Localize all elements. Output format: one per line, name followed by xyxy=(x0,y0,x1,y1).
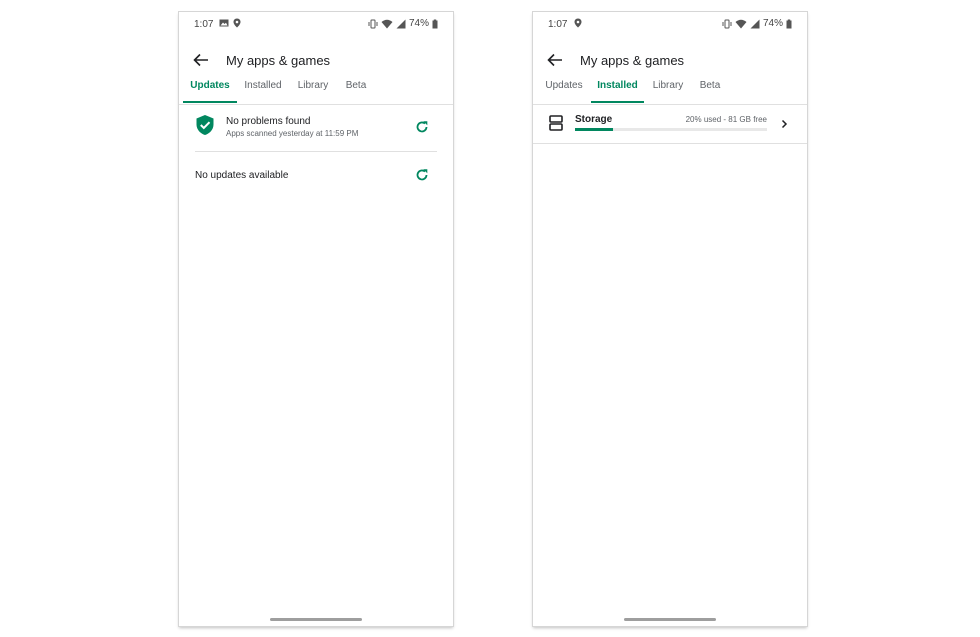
vibrate-icon xyxy=(368,19,378,28)
gesture-nav-bar[interactable] xyxy=(624,618,716,621)
no-updates-text: No updates available xyxy=(195,170,289,181)
back-arrow-icon[interactable] xyxy=(543,48,567,72)
wifi-icon xyxy=(381,19,393,28)
vibrate-icon xyxy=(722,19,732,28)
play-protect-row: No problems found Apps scanned yesterday… xyxy=(179,112,453,152)
wifi-icon xyxy=(735,19,747,28)
back-arrow-icon[interactable] xyxy=(189,48,213,72)
location-icon xyxy=(233,18,241,28)
protect-subtitle: Apps scanned yesterday at 11:59 PM xyxy=(226,129,359,138)
refresh-icon[interactable] xyxy=(414,119,430,135)
phone-screen-installed: 1:07 74% My apps & games Updates Install… xyxy=(533,12,807,626)
tab-updates[interactable]: Updates xyxy=(183,78,237,103)
refresh-updates-icon[interactable] xyxy=(414,167,430,183)
gesture-nav-bar[interactable] xyxy=(270,618,362,621)
phone-screen-updates: 1:07 74% My apps & games Updates Install… xyxy=(179,12,453,626)
tab-library[interactable]: Library xyxy=(293,78,333,103)
battery-icon xyxy=(432,19,438,28)
signal-icon xyxy=(396,19,406,28)
tab-bar: Updates Installed Library Beta xyxy=(179,78,453,105)
battery-percent: 74% xyxy=(408,18,429,29)
protect-title: No problems found xyxy=(226,116,311,127)
battery-icon xyxy=(786,19,792,28)
storage-detail: 20% used - 81 GB free xyxy=(685,115,767,124)
updates-status-row: No updates available xyxy=(179,162,453,190)
app-bar: My apps & games xyxy=(179,40,453,80)
storage-progress-bar xyxy=(575,128,767,131)
signal-icon xyxy=(750,19,760,28)
image-notification-icon xyxy=(219,19,229,27)
battery-percent: 74% xyxy=(762,18,783,29)
shield-check-icon xyxy=(196,115,214,135)
status-bar: 1:07 74% xyxy=(179,12,453,36)
location-icon xyxy=(574,18,582,28)
storage-label: Storage xyxy=(575,114,613,125)
tab-beta[interactable]: Beta xyxy=(341,78,371,103)
status-time: 1:07 xyxy=(194,19,214,30)
tab-updates[interactable]: Updates xyxy=(541,78,587,103)
storage-row[interactable]: Storage 20% used - 81 GB free xyxy=(533,104,807,144)
page-title: My apps & games xyxy=(226,53,331,68)
divider xyxy=(195,151,437,152)
chevron-right-icon xyxy=(781,119,788,129)
tab-installed[interactable]: Installed xyxy=(591,78,644,103)
storage-progress-fill xyxy=(575,128,614,131)
status-time: 1:07 xyxy=(548,19,568,30)
app-bar: My apps & games xyxy=(533,40,807,80)
tab-bar: Updates Installed Library Beta xyxy=(533,78,807,105)
tab-library[interactable]: Library xyxy=(649,78,687,103)
status-bar: 1:07 74% xyxy=(533,12,807,36)
tab-installed[interactable]: Installed xyxy=(241,78,285,103)
storage-icon xyxy=(549,115,563,131)
tab-beta[interactable]: Beta xyxy=(695,78,725,103)
page-title: My apps & games xyxy=(580,53,685,68)
